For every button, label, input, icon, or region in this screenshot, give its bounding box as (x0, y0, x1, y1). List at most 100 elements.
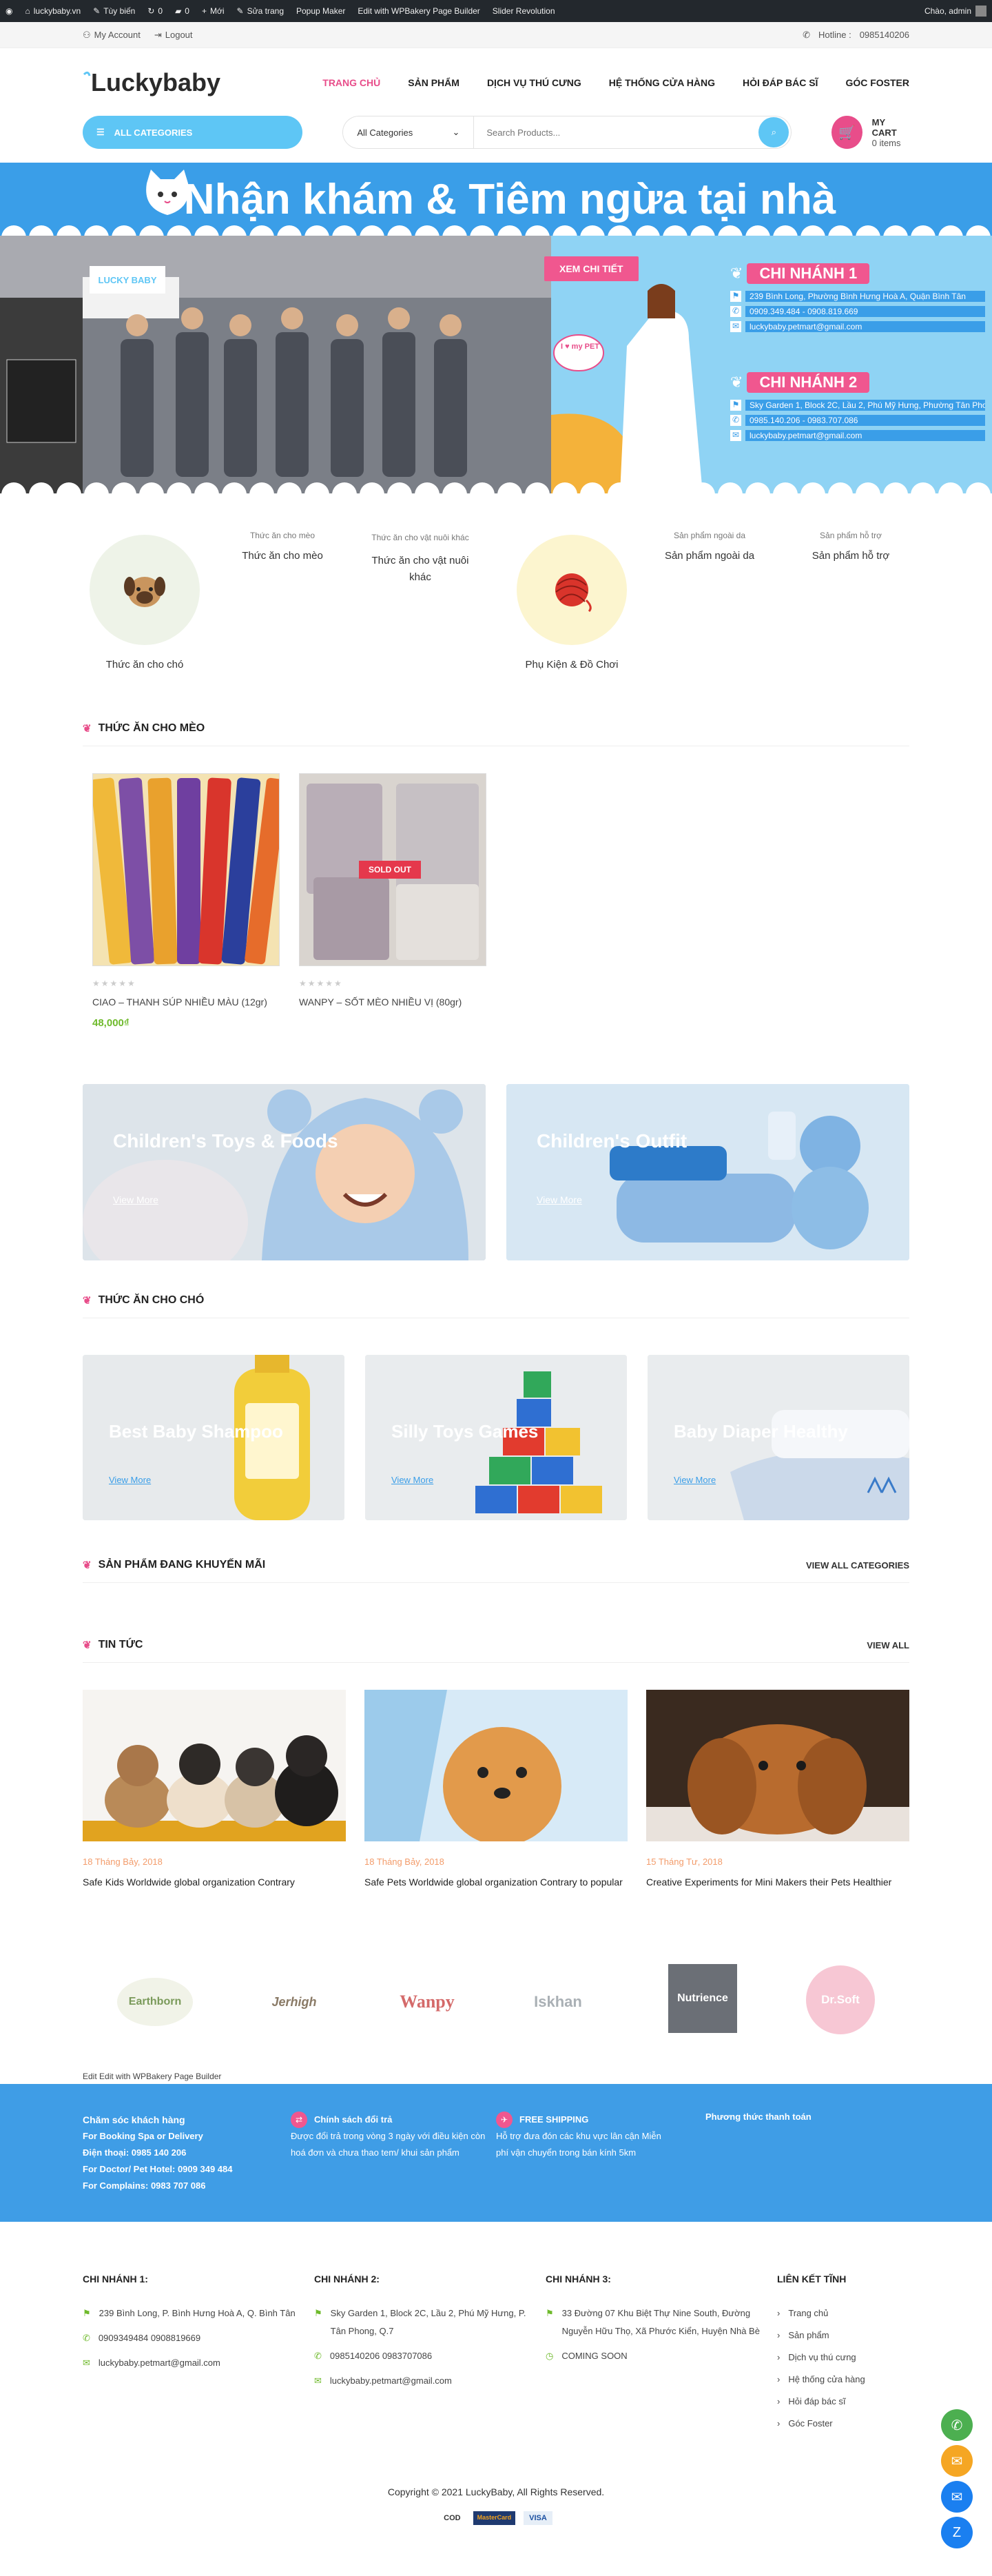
footer-email[interactable]: luckybaby.petmart@gmail.com (99, 2354, 220, 2372)
category-other-pet-food[interactable]: Thức ăn cho vật nuôi khác Thức ăn cho vậ… (365, 531, 475, 586)
brand-iskhan[interactable]: Iskhan (524, 1985, 592, 2019)
messenger-button[interactable]: ✉ (941, 2481, 973, 2513)
branch-2-phone: 0985.140.206 - 0983.707.086 (745, 415, 985, 426)
news-card[interactable]: 15 Tháng Tư, 2018 Creative Experiments f… (646, 1690, 909, 1890)
branch-2-email: luckybaby.petmart@gmail.com (745, 430, 985, 441)
product-image[interactable] (92, 773, 280, 966)
footer-link-stores[interactable]: Hệ thống cửa hàng (788, 2371, 865, 2389)
view-all-news-link[interactable]: VIEW ALL (867, 1640, 909, 1650)
nav-products[interactable]: SẢN PHẨM (408, 77, 459, 88)
nav-foster[interactable]: GÓC FOSTER (845, 77, 909, 88)
news-image[interactable] (364, 1690, 628, 1841)
email-button[interactable]: ✉ (941, 2445, 973, 2477)
brand-earthborn[interactable]: Earthborn (117, 1978, 193, 2026)
footer-link-ask-doctor[interactable]: Hỏi đáp bác sĩ (788, 2393, 845, 2411)
news-title[interactable]: Safe Pets Worldwide global organization … (364, 1874, 628, 1890)
view-more-link[interactable]: View More (537, 1194, 582, 1205)
return-text: Được đổi trả trong vòng 3 ngày với điều … (291, 2131, 486, 2158)
news-card[interactable]: 18 Tháng Bảy, 2018 Safe Pets Worldwide g… (364, 1690, 628, 1890)
section-cat-food-header: ❦ THỨC ĂN CHO MÈO (83, 722, 909, 746)
brand-jerhigh[interactable]: Jerhigh (256, 1985, 332, 2019)
news-date: 18 Tháng Bảy, 2018 (83, 1857, 163, 1867)
footer-branch-2: CHI NHÁNH 2: ⚑ Sky Garden 1, Block 2C, Lầ… (314, 2270, 541, 2397)
mini-cart[interactable]: 🛒 MY CART 0 items (831, 116, 909, 149)
admin-updates[interactable]: ↻ 0 (147, 6, 163, 16)
broken-image-alt: Sản phẩm hỗ trợ (820, 531, 882, 540)
promo-silly-toys[interactable]: Silly Toys Games View More (365, 1355, 627, 1520)
brand-nutrience[interactable]: Nutrience (668, 1964, 737, 2033)
admin-wpbakery[interactable]: Edit with WPBakery Page Builder (358, 6, 479, 16)
view-more-link[interactable]: View More (391, 1475, 433, 1485)
visa-logo: VISA (524, 2511, 552, 2525)
category-supplements[interactable]: Sản phẩm hỗ trợ Sản phẩm hỗ trợ (792, 531, 909, 562)
view-all-categories-link[interactable]: VIEW ALL CATEGORIES (806, 1560, 909, 1571)
admin-edit-page[interactable]: ✎ Sửa trang (237, 6, 284, 16)
admin-popup-maker[interactable]: Popup Maker (296, 6, 345, 16)
news-title[interactable]: Safe Kids Worldwide global organization … (83, 1874, 346, 1890)
staff-photo-illustration (0, 236, 551, 493)
product-image[interactable]: SOLD OUT (299, 773, 486, 966)
admin-new[interactable]: + Mới (202, 6, 225, 16)
broken-image-alt: Sản phẩm ngoài da (673, 531, 746, 540)
product-card[interactable]: SOLD OUT ★★★★★ WANPY – SỐT MÈO NHIỀU VỊ … (299, 773, 486, 1008)
promo-baby-shampoo[interactable]: Best Baby Shampoo View More (83, 1355, 344, 1520)
category-select[interactable]: All Categories ⌄ (343, 116, 475, 148)
product-name[interactable]: WANPY – SỐT MÈO NHIỀU VỊ (80gr) (299, 996, 486, 1008)
category-label: Phụ Kiện & Đồ Chơi (525, 659, 619, 671)
view-details-button[interactable]: XEM CHI TIẾT (544, 256, 639, 281)
nav-pet-services[interactable]: DỊCH VỤ THÚ CƯNG (487, 77, 581, 88)
search-button[interactable]: ⌕ (758, 117, 789, 147)
mail-icon: ✉ (951, 2453, 963, 2469)
promo-baby-diaper[interactable]: Baby Diaper Healthy View More (648, 1355, 909, 1520)
product-name[interactable]: CIAO – THANH SÚP NHIỀU MÀU (12gr) (92, 996, 280, 1008)
branch-1: ❦ CHI NHÁNH 1 ⚑ 239 Bình Long, Phường Bình… (730, 263, 985, 332)
pencil-icon: ✎ (236, 6, 244, 16)
admin-comments[interactable]: ▰ 0 (175, 6, 189, 16)
admin-customize-link[interactable]: ✎ Tùy biến (93, 6, 135, 16)
footer-link-products[interactable]: Sản phẩm (788, 2327, 829, 2344)
hotline-number[interactable]: 0985140206 (860, 30, 909, 41)
brand-wanpy[interactable]: Wanpy (389, 1985, 465, 2019)
footer-email[interactable]: luckybaby.petmart@gmail.com (330, 2372, 452, 2390)
footer-link-foster[interactable]: Góc Foster (788, 2415, 832, 2433)
branch-1-title: ❦ CHI NHÁNH 1 (730, 263, 985, 284)
news-title[interactable]: Creative Experiments for Mini Makers the… (646, 1874, 909, 1890)
news-card[interactable]: 18 Tháng Bảy, 2018 Safe Kids Worldwide g… (83, 1690, 346, 1890)
payment-methods: Phương thức thanh toán (705, 2112, 812, 2122)
category-cat-food[interactable]: Thức ăn cho mèo Thức ăn cho mèo (227, 531, 338, 562)
news-image[interactable] (83, 1690, 346, 1841)
admin-slider-revolution[interactable]: Slider Revolution (493, 6, 555, 16)
wordpress-logo-icon[interactable]: ◉ (6, 6, 12, 16)
phone-icon: ✆ (314, 2351, 322, 2361)
footer-link-home[interactable]: Trang chủ (788, 2304, 828, 2322)
user-icon: ⚇ (83, 29, 91, 40)
zalo-button[interactable]: Z (941, 2517, 973, 2548)
news-image[interactable] (646, 1690, 909, 1841)
site-logo[interactable]: Luckybaby (83, 68, 220, 97)
category-accessories-toys[interactable]: Phụ Kiện & Đồ Chơi (503, 535, 641, 671)
product-card[interactable]: ★★★★★ CIAO – THANH SÚP NHIỀU MÀU (12gr) … (92, 773, 280, 1029)
chevron-right-icon: › (777, 2374, 781, 2384)
admin-site-link[interactable]: ⌂ luckybaby.vn (25, 6, 81, 16)
category-skin-care[interactable]: Sản phẩm ngoài da Sản phẩm ngoài da (641, 531, 778, 562)
map-pin-icon: ⚑ (314, 2308, 322, 2318)
category-dog-food[interactable]: Thức ăn cho chó (83, 535, 207, 671)
nav-stores[interactable]: HỆ THỐNG CỬA HÀNG (609, 77, 715, 88)
my-account-link[interactable]: ⚇ My Account (83, 30, 141, 41)
view-more-link[interactable]: View More (109, 1475, 151, 1485)
logout-link[interactable]: ⇥ Logout (154, 30, 193, 41)
view-more-link[interactable]: View More (113, 1194, 158, 1205)
nav-home[interactable]: TRANG CHỦ (322, 77, 380, 88)
promo-banner-outfit[interactable]: Children's Outfit View More (506, 1084, 909, 1260)
brand-drsoft[interactable]: Dr.Soft (806, 1965, 875, 2034)
info-band: Chăm sóc khách hàng For Booking Spa or D… (0, 2084, 992, 2222)
promo-banner-toys[interactable]: Children's Toys & Foods View More (83, 1084, 486, 1260)
nav-ask-doctor[interactable]: HỎI ĐÁP BÁC SĨ (743, 77, 818, 88)
view-more-link[interactable]: View More (674, 1475, 716, 1485)
footer-link-services[interactable]: Dịch vụ thú cưng (788, 2349, 856, 2367)
search-input[interactable] (474, 116, 759, 148)
call-button[interactable]: ✆ (941, 2409, 973, 2441)
all-categories-button[interactable]: ☰ ALL CATEGORIES (83, 116, 303, 149)
admin-account[interactable]: Chào, admin (924, 6, 986, 17)
wpbakery-edit-link[interactable]: Edit Edit with WPBakery Page Builder (83, 2072, 221, 2081)
